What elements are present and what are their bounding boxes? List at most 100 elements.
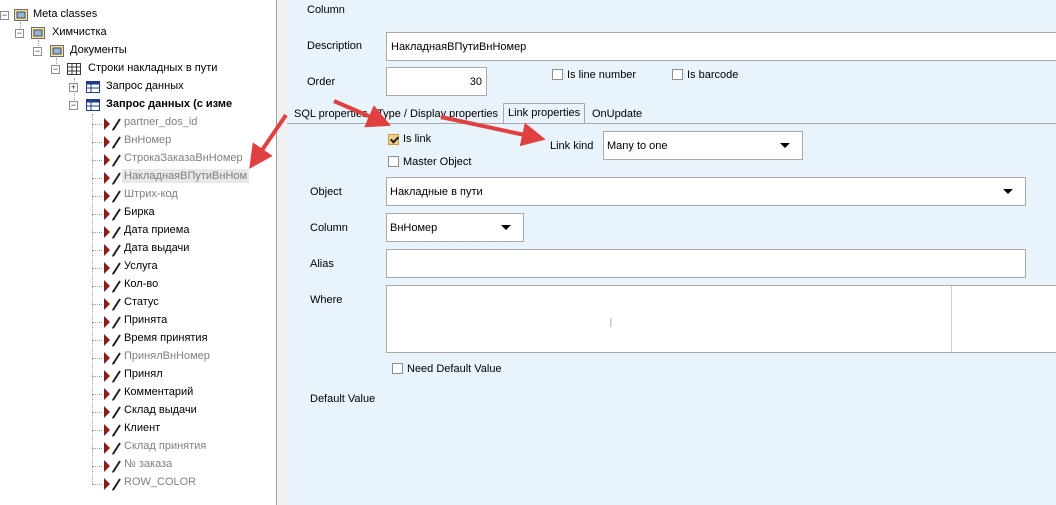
field-edit-icon <box>104 442 121 455</box>
field-edit-icon <box>104 172 121 185</box>
field-edit-icon <box>104 280 121 293</box>
tab-sql-properties[interactable]: SQL properties <box>290 106 372 123</box>
field-edit-icon <box>104 262 121 275</box>
tree-field-label: Склад принятия <box>124 440 207 452</box>
property-tabs: SQL properties Type / Display properties… <box>287 103 1056 124</box>
object-select[interactable]: Накладные в пути <box>386 177 1026 206</box>
tree-field-label: Принята <box>124 314 168 326</box>
where-splitter <box>951 286 952 352</box>
field-edit-icon <box>104 136 121 149</box>
is-link-checkbox[interactable] <box>388 134 399 145</box>
tree-field-label: ПринялВнНомер <box>124 350 210 362</box>
field-edit-icon <box>104 118 121 131</box>
link-column-select[interactable]: ВнНомер <box>386 213 524 242</box>
is-line-number-checkbox[interactable] <box>552 69 563 80</box>
field-edit-icon <box>104 460 121 473</box>
tree-field-label: Склад выдачи <box>124 404 197 416</box>
tree-field-label: Бирка <box>124 206 155 218</box>
tree-field-label: Кол-во <box>124 278 159 290</box>
is-line-number-label: Is line number <box>567 69 637 81</box>
tree-field-label: ВнНомер <box>124 134 172 146</box>
default-value-label: Default Value <box>310 393 376 405</box>
description-value: НакладнаяВПутиВнНомер <box>391 40 527 53</box>
folder-icon <box>50 45 64 57</box>
tree-field-label: Статус <box>124 296 159 308</box>
field-edit-icon <box>104 370 121 383</box>
chevron-down-icon <box>780 143 790 148</box>
field-edit-icon <box>104 352 121 365</box>
tree-field-label: Принял <box>124 368 163 380</box>
chevron-down-icon <box>1003 189 1013 194</box>
where-textarea[interactable]: I <box>386 285 1056 353</box>
field-edit-icon <box>104 478 121 491</box>
tree-field-label: Время принятия <box>124 332 208 344</box>
field-edit-icon <box>104 244 121 257</box>
tab-type-display[interactable]: Type / Display properties <box>373 106 502 123</box>
field-edit-icon <box>104 406 121 419</box>
meta-class-tree[interactable]: − Meta classes − Химчистка − Документы −… <box>0 0 276 505</box>
field-edit-icon <box>104 226 121 239</box>
order-label: Order <box>307 76 336 88</box>
where-label: Where <box>310 294 343 306</box>
field-edit-icon <box>104 316 121 329</box>
description-input[interactable]: НакладнаяВПутиВнНомер <box>386 32 1056 61</box>
is-barcode-checkbox[interactable] <box>672 69 683 80</box>
master-object-label: Master Object <box>403 156 472 168</box>
collapse-toggle[interactable]: − <box>33 47 42 56</box>
field-edit-icon <box>104 388 121 401</box>
order-value: 30 <box>469 75 482 88</box>
tree-node-query-changed[interactable]: Запрос данных (с изме <box>106 97 232 111</box>
tree-field-label: Услуга <box>124 260 158 272</box>
field-edit-icon <box>104 334 121 347</box>
field-edit-icon <box>104 424 121 437</box>
object-value: Накладные в пути <box>390 185 483 198</box>
tab-link-properties[interactable]: Link properties <box>503 103 586 124</box>
tree-field-label: Клиент <box>124 422 161 434</box>
master-object-checkbox[interactable] <box>388 156 399 167</box>
splitter[interactable] <box>276 0 287 505</box>
field-edit-icon <box>104 190 121 203</box>
collapse-toggle[interactable]: − <box>51 65 60 74</box>
link-column-label: Column <box>310 222 348 234</box>
is-barcode-label: Is barcode <box>687 69 739 81</box>
properties-panel: Column Description НакладнаяВПутиВнНомер… <box>287 0 1056 505</box>
collapse-toggle[interactable]: − <box>0 11 9 20</box>
link-kind-label: Link kind <box>550 140 594 152</box>
tree-field-label: СтрокаЗаказаВнНомер <box>124 152 243 164</box>
tree-field-label: Штрих-код <box>124 188 178 200</box>
expand-toggle[interactable]: + <box>69 83 78 92</box>
tree-field-label: ROW_COLOR <box>124 476 197 488</box>
tree-field-label: Комментарий <box>124 386 194 398</box>
tree-field-label: Дата приема <box>124 224 190 236</box>
tree-node-rows[interactable]: Строки накладных в пути <box>88 61 217 75</box>
database-icon <box>14 9 28 21</box>
table-icon <box>67 63 81 75</box>
link-kind-value: Many to one <box>607 139 668 152</box>
query-icon <box>86 81 100 93</box>
description-label: Description <box>307 40 363 52</box>
object-label: Object <box>310 186 342 198</box>
collapse-toggle[interactable]: − <box>69 101 78 110</box>
is-link-label: Is link <box>403 133 432 145</box>
column-section-label: Column <box>307 4 345 16</box>
link-kind-select[interactable]: Many to one <box>603 131 803 160</box>
alias-input[interactable] <box>386 249 1026 278</box>
tree-field-label: Дата выдачи <box>124 242 190 254</box>
field-edit-icon <box>104 298 121 311</box>
tree-field-label: № заказа <box>124 458 173 470</box>
tree-field-label: partner_dos_id <box>124 116 198 128</box>
text-cursor-icon: I <box>609 315 613 330</box>
alias-label: Alias <box>310 258 334 270</box>
tree-root-label[interactable]: Meta classes <box>33 7 97 21</box>
field-edit-icon <box>104 208 121 221</box>
tab-onupdate[interactable]: OnUpdate <box>588 106 646 123</box>
query-icon <box>86 99 100 111</box>
folder-icon <box>31 27 45 39</box>
collapse-toggle[interactable]: − <box>15 29 24 38</box>
tree-node-himchistka[interactable]: Химчистка <box>52 25 107 39</box>
tree-node-documents[interactable]: Документы <box>70 43 127 57</box>
tree-node-query[interactable]: Запрос данных <box>106 79 184 93</box>
need-default-value-label: Need Default Value <box>407 363 502 375</box>
order-input[interactable]: 30 <box>386 67 487 96</box>
need-default-value-checkbox[interactable] <box>392 363 403 374</box>
